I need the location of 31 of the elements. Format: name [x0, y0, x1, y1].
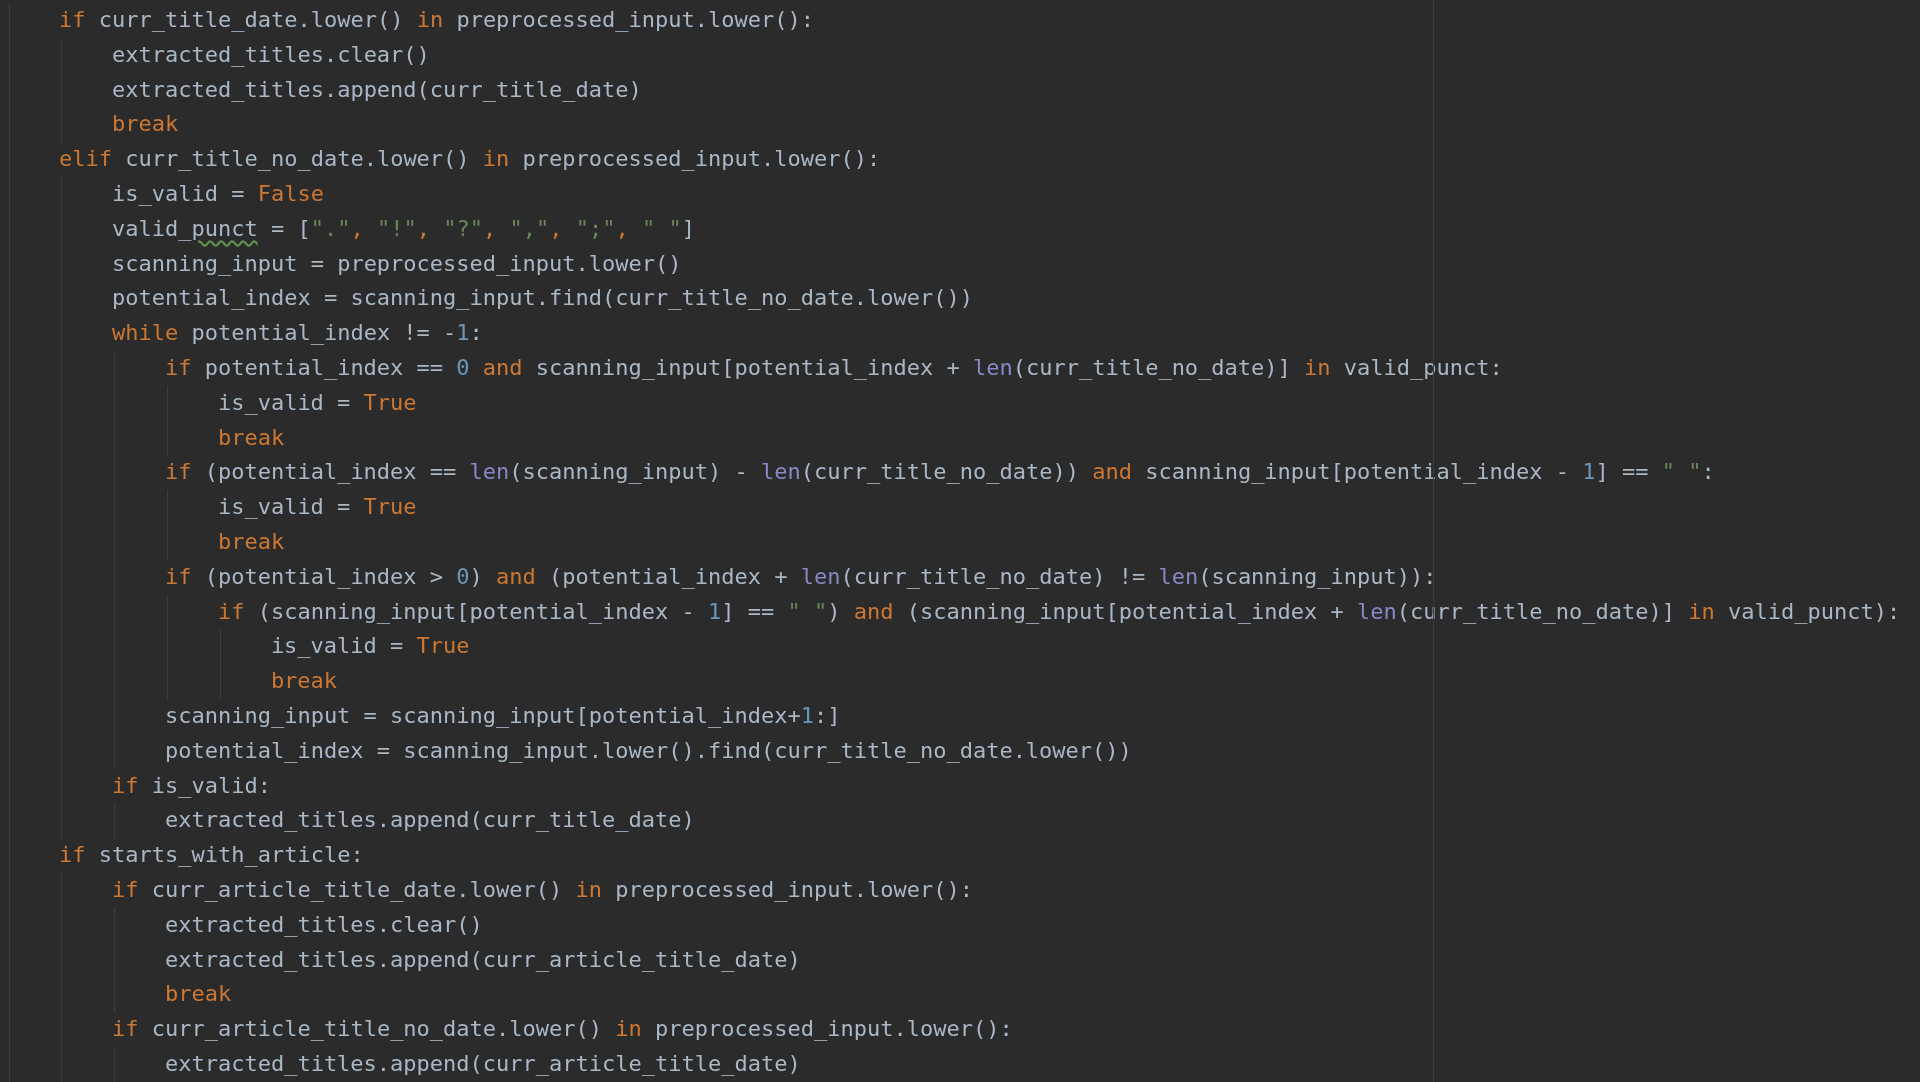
code-line: if curr_article_title_no_date.lower() in preprocessed_input.lower():	[111, 1015, 1013, 1044]
code-line: if is_valid:	[111, 771, 271, 800]
code-line: break	[164, 980, 232, 1009]
code-line: is_valid = True	[270, 632, 470, 661]
code-line: extracted_titles.append(curr_title_date)	[164, 806, 695, 835]
code-line: potential_index = scanning_input.find(curr_title_no_date.lower())	[111, 284, 973, 313]
code-line: extracted_titles.append(curr_title_date)	[111, 75, 642, 104]
code-line: if curr_title_date.lower() in preprocessed_input.lower():	[59, 6, 814, 34]
code-line: extracted_titles.append(curr_article_title_date)	[164, 945, 801, 974]
code-line: if potential_index == 0 and scanning_input[potential_index + len(curr_title_no_date)] in valid_punct:	[164, 353, 1503, 382]
code-line: potential_index = scanning_input.lower().find(curr_title_no_date.lower())	[164, 736, 1132, 765]
code-line: is_valid = False	[111, 180, 324, 208]
code-line: valid_punct = [".", "!", "?", ",", ";", " "]	[111, 214, 695, 243]
code-line: if (potential_index == len(scanning_input) - len(curr_title_no_date)) and scanning_input[potential_index - 1] == " ":	[164, 458, 1715, 487]
code-line: extracted_titles.append(curr_article_title_date)	[164, 1049, 801, 1078]
code-line: extracted_titles.clear()	[164, 910, 483, 939]
code-line: scanning_input = preprocessed_input.lower()	[111, 249, 682, 278]
code-line: is_valid = True	[217, 388, 417, 417]
code-line: while potential_index != -1:	[111, 319, 483, 348]
code-line: if (scanning_input[potential_index - 1] == " ") and (scanning_input[potential_index + len(curr_title_no_date)] in valid_punct):	[217, 597, 1901, 626]
code-line: is_valid = True	[217, 493, 417, 522]
code-line: if starts_with_article:	[59, 841, 364, 870]
code-line: break	[217, 527, 285, 556]
code-line: break	[217, 423, 285, 452]
code-line: break	[270, 667, 338, 696]
code-line: if (potential_index > 0) and (potential_index + len(curr_title_no_date) != len(scanning_input)):	[164, 562, 1437, 591]
code-line: if curr_article_title_date.lower() in preprocessed_input.lower():	[111, 875, 973, 904]
code-line: break	[111, 110, 179, 139]
code-line: scanning_input = scanning_input[potential_index+1:]	[164, 701, 841, 730]
code-line: extracted_titles.clear()	[111, 40, 430, 69]
code-line: elif curr_title_no_date.lower() in preprocessed_input.lower():	[59, 145, 881, 174]
